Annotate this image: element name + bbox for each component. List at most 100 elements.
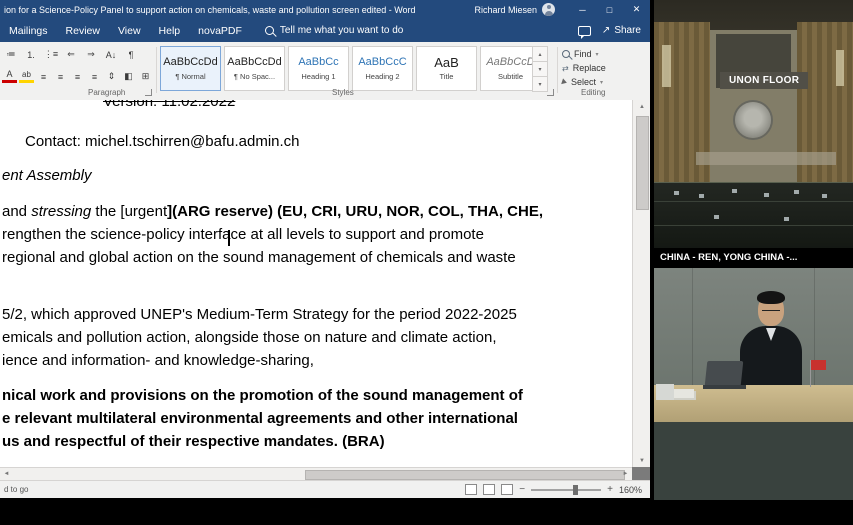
video-detail bbox=[696, 152, 836, 165]
horizontal-scroll-thumb[interactable] bbox=[305, 470, 625, 480]
decrease-indent-icon[interactable]: ⇐ bbox=[62, 46, 80, 63]
chevron-down-icon: ▾ bbox=[600, 79, 603, 86]
show-paragraph-marks-icon[interactable]: ¶ bbox=[122, 46, 140, 63]
horizontal-scrollbar[interactable]: ◄ ► bbox=[0, 467, 632, 480]
scroll-up-icon[interactable]: ▲ bbox=[633, 100, 650, 113]
un-emblem bbox=[735, 102, 771, 138]
window-title: ion for a Science-Policy Panel to suppor… bbox=[4, 5, 416, 15]
font-color-icon[interactable]: A bbox=[2, 68, 17, 83]
zoom-percentage[interactable]: 160% bbox=[619, 485, 642, 495]
styles-scroll-down-icon[interactable]: ▾ bbox=[532, 61, 548, 77]
view-read-mode-button[interactable] bbox=[465, 484, 477, 495]
select-button[interactable]: Select ▾ bbox=[562, 75, 648, 89]
zoom-slider-thumb[interactable] bbox=[573, 485, 578, 495]
zoom-slider[interactable] bbox=[531, 489, 601, 491]
search-icon bbox=[265, 26, 274, 35]
paragraph-dialog-launcher[interactable] bbox=[145, 89, 152, 96]
replace-button[interactable]: ⇄ Replace bbox=[562, 61, 648, 75]
line-spacing-icon[interactable]: ⇕ bbox=[104, 68, 119, 85]
tab-novapdf[interactable]: novaPDF bbox=[189, 19, 251, 42]
styles-more-icon[interactable]: ▾ bbox=[532, 76, 548, 92]
zoom-out-button[interactable]: − bbox=[519, 484, 525, 495]
increase-indent-icon[interactable]: ⇒ bbox=[82, 46, 100, 63]
vertical-scrollbar[interactable]: ▲ ▼ bbox=[632, 100, 650, 467]
style-no-spacing[interactable]: AaBbCcDd ¶ No Spac... bbox=[224, 46, 285, 91]
document-line: ent Assembly bbox=[2, 167, 91, 184]
tab-review[interactable]: Review bbox=[57, 19, 109, 42]
style-preview: AaBbCc bbox=[298, 56, 338, 69]
delegate-screen bbox=[794, 190, 799, 194]
document-line: rengthen the science-policy interface at… bbox=[2, 226, 484, 243]
tell-me-label: Tell me what you want to do bbox=[280, 25, 403, 36]
laptop bbox=[705, 361, 744, 386]
paragraph-group: ≔ 1. ⋮≡ ⇐ ⇒ A↓ ¶ A ab ≡ ≡ ≡ ≡ ⇕ ◧ ⊞ bbox=[2, 46, 154, 85]
share-button[interactable]: ↗ Share bbox=[602, 25, 641, 36]
delegate-screen bbox=[674, 191, 679, 195]
find-button[interactable]: Find ▾ bbox=[562, 47, 648, 61]
bullets-icon[interactable]: ≔ bbox=[2, 46, 20, 63]
minimize-button[interactable]: ─ bbox=[569, 0, 596, 19]
document-area: Version: 11.02.2022 Contact: michel.tsch… bbox=[0, 100, 650, 480]
video-detail bbox=[757, 291, 785, 304]
paragraph-group-label: Paragraph bbox=[88, 88, 125, 97]
delegate-screen bbox=[699, 194, 704, 198]
restore-button[interactable]: □ bbox=[596, 0, 623, 19]
tell-me-box[interactable]: Tell me what you want to do bbox=[265, 25, 403, 36]
style-heading1[interactable]: AaBbCc Heading 1 bbox=[288, 46, 349, 91]
close-button[interactable]: ✕ bbox=[623, 0, 650, 19]
scroll-down-icon[interactable]: ▼ bbox=[633, 454, 650, 467]
view-web-layout-button[interactable] bbox=[501, 484, 513, 495]
borders-icon[interactable]: ⊞ bbox=[138, 68, 153, 85]
share-label: Share bbox=[614, 25, 641, 36]
scroll-left-icon[interactable]: ◄ bbox=[0, 468, 13, 480]
user-name[interactable]: Richard Miesen bbox=[474, 5, 537, 15]
delegate-screen bbox=[784, 217, 789, 221]
align-left-icon[interactable]: ≡ bbox=[36, 68, 51, 85]
video-detail bbox=[654, 182, 853, 248]
comments-icon[interactable] bbox=[578, 26, 591, 36]
delegate-screen bbox=[732, 189, 737, 193]
vertical-scroll-thumb[interactable] bbox=[636, 116, 649, 210]
video-detail bbox=[654, 201, 853, 202]
group-divider bbox=[156, 47, 157, 93]
video-detail bbox=[656, 384, 674, 400]
style-heading2[interactable]: AaBbCcC Heading 2 bbox=[352, 46, 413, 91]
document-line: us and respectful of their respective ma… bbox=[2, 433, 385, 450]
ribbon: ≔ 1. ⋮≡ ⇐ ⇒ A↓ ¶ A ab ≡ ≡ ≡ ≡ ⇕ ◧ ⊞ Para… bbox=[0, 42, 650, 101]
styles-dialog-launcher[interactable] bbox=[547, 89, 554, 96]
styles-scroll-up-icon[interactable]: ▴ bbox=[532, 46, 548, 62]
tab-view[interactable]: View bbox=[109, 19, 150, 42]
style-preview: AaB bbox=[434, 56, 459, 69]
document-line: regional and global action on the sound … bbox=[2, 249, 516, 266]
tab-help[interactable]: Help bbox=[150, 19, 190, 42]
numbering-icon[interactable]: 1. bbox=[22, 46, 40, 63]
glasses-icon bbox=[762, 310, 780, 314]
video-floor: UNON FLOOR bbox=[654, 0, 853, 248]
view-print-layout-button[interactable] bbox=[483, 484, 495, 495]
scroll-right-icon[interactable]: ► bbox=[619, 468, 632, 480]
multilevel-list-icon[interactable]: ⋮≡ bbox=[42, 46, 60, 63]
group-divider bbox=[557, 47, 558, 93]
document-line: Version: 11.02.2022 bbox=[103, 100, 235, 110]
shading-icon[interactable]: ◧ bbox=[121, 68, 136, 85]
delegate-screen bbox=[764, 193, 769, 197]
justify-icon[interactable]: ≡ bbox=[87, 68, 102, 85]
tab-mailings[interactable]: Mailings bbox=[0, 19, 57, 42]
document-page[interactable]: Version: 11.02.2022 Contact: michel.tsch… bbox=[0, 100, 632, 467]
sort-icon[interactable]: A↓ bbox=[102, 46, 120, 63]
highlight-icon[interactable]: ab bbox=[19, 68, 34, 83]
delegate-screen bbox=[822, 194, 827, 198]
find-label: Find bbox=[574, 49, 592, 59]
align-right-icon[interactable]: ≡ bbox=[70, 68, 85, 85]
align-center-icon[interactable]: ≡ bbox=[53, 68, 68, 85]
word-window: ion for a Science-Policy Panel to suppor… bbox=[0, 0, 650, 497]
user-avatar[interactable] bbox=[542, 3, 555, 16]
styles-gallery: AaBbCcDd ¶ Normal AaBbCcDd ¶ No Spac... … bbox=[160, 46, 541, 91]
select-cursor-icon bbox=[561, 78, 568, 85]
style-title[interactable]: AaB Title bbox=[416, 46, 477, 91]
video-panel: UNON FLOOR CHINA - REN, YONG CHINA -... bbox=[654, 0, 853, 500]
style-preview: AaBbCcD bbox=[486, 56, 534, 69]
zoom-in-button[interactable]: + bbox=[607, 484, 613, 495]
style-normal[interactable]: AaBbCcDd ¶ Normal bbox=[160, 46, 221, 91]
document-line: nical work and provisions on the promoti… bbox=[2, 387, 523, 404]
